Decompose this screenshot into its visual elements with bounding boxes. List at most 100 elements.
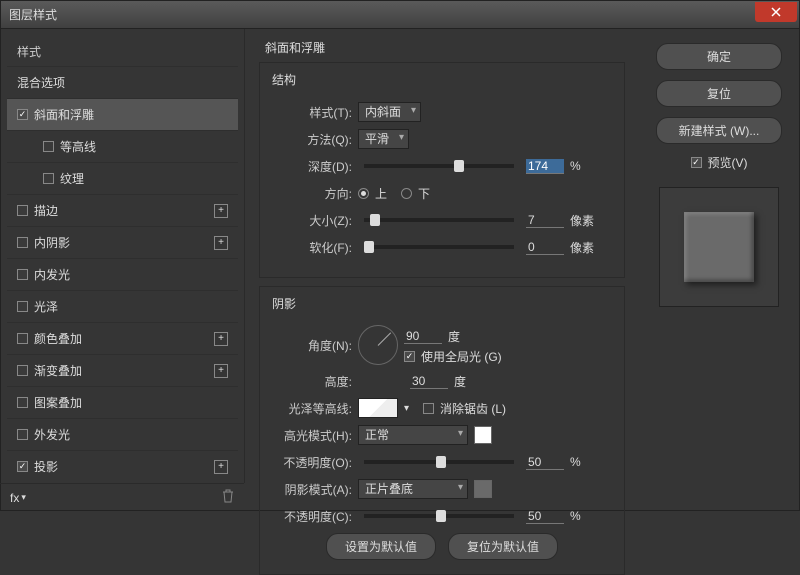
highlight-opacity-value[interactable]: 50 <box>526 455 564 470</box>
add-icon[interactable]: + <box>214 204 228 218</box>
shadow-color-swatch[interactable] <box>474 480 492 498</box>
angle-value[interactable]: 90 <box>404 329 442 344</box>
trash-icon[interactable] <box>222 489 234 506</box>
preview-checkbox[interactable] <box>691 157 702 168</box>
global-light-checkbox[interactable] <box>404 351 415 362</box>
right-column: 确定 复位 新建样式 (W)... 预览(V) <box>639 29 799 483</box>
sidebar-item-9[interactable]: 图案叠加 <box>7 386 238 418</box>
add-icon[interactable]: + <box>214 332 228 346</box>
sidebar-item-label: 等高线 <box>60 138 96 155</box>
sidebar-checkbox[interactable] <box>17 397 28 408</box>
sidebar-item-label: 颜色叠加 <box>34 330 82 347</box>
add-icon[interactable]: + <box>214 460 228 474</box>
close-button[interactable] <box>755 2 797 22</box>
method-label: 方法(Q): <box>274 131 352 148</box>
sidebar-item-label: 光泽 <box>34 298 58 315</box>
sidebar-checkbox[interactable] <box>17 365 28 376</box>
sidebar-item-1[interactable]: 等高线 <box>7 130 238 162</box>
set-default-button[interactable]: 设置为默认值 <box>326 533 436 560</box>
add-icon[interactable]: + <box>214 364 228 378</box>
panel-title: 斜面和浮雕 <box>265 39 625 56</box>
direction-down-radio[interactable] <box>401 188 412 199</box>
sidebar-checkbox[interactable] <box>43 173 54 184</box>
ok-button[interactable]: 确定 <box>656 43 782 70</box>
highlight-opacity-label: 不透明度(O): <box>274 454 352 471</box>
shadow-group: 阴影 角度(N): 90 度 使用全局光 (G) 高度: <box>259 286 625 575</box>
sidebar-item-7[interactable]: 颜色叠加 + <box>7 322 238 354</box>
angle-label: 角度(N): <box>274 337 352 354</box>
shadow-opacity-slider[interactable] <box>364 514 514 518</box>
angle-dial[interactable] <box>358 325 398 365</box>
sidebar-item-label: 投影 <box>34 458 58 475</box>
sidebar-item-0[interactable]: 斜面和浮雕 <box>7 98 238 130</box>
altitude-value[interactable]: 30 <box>410 374 448 389</box>
size-value[interactable]: 7 <box>526 213 564 228</box>
method-select[interactable]: 平滑 <box>358 129 409 149</box>
sidebar-item-11[interactable]: 投影 + <box>7 450 238 482</box>
highlight-mode-select[interactable]: 正常 <box>358 425 468 445</box>
sidebar-checkbox[interactable] <box>17 205 28 216</box>
structure-group: 结构 样式(T): 内斜面 方法(Q): 平滑 深度(D): 174 % 方向:… <box>259 62 625 278</box>
sidebar-checkbox[interactable] <box>43 141 54 152</box>
sidebar-item-label: 描边 <box>34 202 58 219</box>
window-title: 图层样式 <box>9 6 791 23</box>
preview-swatch <box>684 212 754 282</box>
sidebar-item-label: 内发光 <box>34 266 70 283</box>
sidebar-checkbox[interactable] <box>17 461 28 472</box>
sidebar-checkbox[interactable] <box>17 109 28 120</box>
style-label: 样式(T): <box>274 104 352 121</box>
sidebar-checkbox[interactable] <box>17 429 28 440</box>
shadow-mode-label: 阴影模式(A): <box>274 481 352 498</box>
preview-box <box>659 187 779 307</box>
highlight-mode-label: 高光模式(H): <box>274 427 352 444</box>
soften-slider[interactable] <box>364 245 514 249</box>
gloss-label: 光泽等高线: <box>274 400 352 417</box>
depth-slider[interactable] <box>364 164 514 168</box>
soften-value[interactable]: 0 <box>526 240 564 255</box>
fx-menu[interactable]: fx <box>10 491 19 505</box>
shadow-opacity-label: 不透明度(C): <box>274 508 352 525</box>
settings-panel: 斜面和浮雕 结构 样式(T): 内斜面 方法(Q): 平滑 深度(D): 174… <box>245 29 639 483</box>
sidebar-item-6[interactable]: 光泽 <box>7 290 238 322</box>
structure-title: 结构 <box>268 71 300 88</box>
sidebar-footer: fx▾ <box>0 483 244 511</box>
sidebar-item-3[interactable]: 描边 + <box>7 194 238 226</box>
sidebar-item-2[interactable]: 纹理 <box>7 162 238 194</box>
antialias-checkbox[interactable] <box>423 403 434 414</box>
sidebar-item-label: 纹理 <box>60 170 84 187</box>
highlight-color-swatch[interactable] <box>474 426 492 444</box>
sidebar-item-label: 内阴影 <box>34 234 70 251</box>
sidebar-item-10[interactable]: 外发光 <box>7 418 238 450</box>
sidebar-header-styles[interactable]: 样式 <box>7 37 238 66</box>
close-icon <box>771 7 781 17</box>
reset-default-button[interactable]: 复位为默认值 <box>448 533 558 560</box>
effects-sidebar: 样式 混合选项 斜面和浮雕等高线纹理描边 + 内阴影 + 内发光光泽颜色叠加 + 渐变叠加 +… <box>1 29 245 483</box>
size-label: 大小(Z): <box>274 212 352 229</box>
shadow-title: 阴影 <box>268 295 300 312</box>
sidebar-item-label: 图案叠加 <box>34 394 82 411</box>
sidebar-item-4[interactable]: 内阴影 + <box>7 226 238 258</box>
shadow-mode-select[interactable]: 正片叠底 <box>358 479 468 499</box>
highlight-opacity-slider[interactable] <box>364 460 514 464</box>
sidebar-item-label: 渐变叠加 <box>34 362 82 379</box>
add-icon[interactable]: + <box>214 236 228 250</box>
depth-value[interactable]: 174 <box>526 159 564 174</box>
sidebar-item-label: 外发光 <box>34 426 70 443</box>
depth-label: 深度(D): <box>274 158 352 175</box>
sidebar-checkbox[interactable] <box>17 269 28 280</box>
sidebar-item-label: 斜面和浮雕 <box>34 106 94 123</box>
style-select[interactable]: 内斜面 <box>358 102 421 122</box>
sidebar-blend-options[interactable]: 混合选项 <box>7 66 238 98</box>
size-slider[interactable] <box>364 218 514 222</box>
gloss-contour-picker[interactable] <box>358 398 398 418</box>
sidebar-checkbox[interactable] <box>17 333 28 344</box>
soften-label: 软化(F): <box>274 239 352 256</box>
new-style-button[interactable]: 新建样式 (W)... <box>656 117 782 144</box>
sidebar-checkbox[interactable] <box>17 301 28 312</box>
sidebar-item-8[interactable]: 渐变叠加 + <box>7 354 238 386</box>
title-bar: 图层样式 <box>1 1 799 29</box>
direction-up-radio[interactable] <box>358 188 369 199</box>
sidebar-item-5[interactable]: 内发光 <box>7 258 238 290</box>
cancel-button[interactable]: 复位 <box>656 80 782 107</box>
sidebar-checkbox[interactable] <box>17 237 28 248</box>
